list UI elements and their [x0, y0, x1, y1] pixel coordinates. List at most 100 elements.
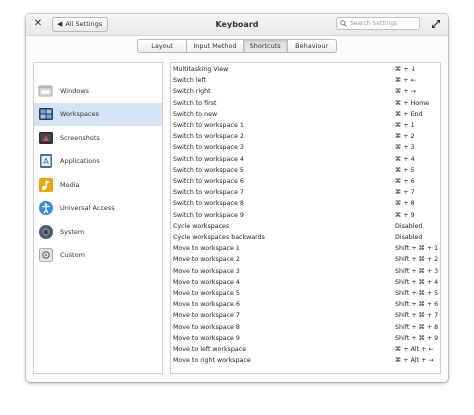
- shortcut-row[interactable]: Move to workspace 4 Shift + ⌘ + 4: [171, 277, 440, 288]
- shortcut-accelerator[interactable]: ⌘ + 9: [395, 210, 437, 221]
- sidebar-item-screenshots[interactable]: Screenshots: [34, 126, 162, 149]
- shortcut-action: Move to workspace 5: [173, 290, 240, 297]
- shortcut-accelerator[interactable]: Shift + ⌘ + 8: [395, 322, 438, 333]
- shortcut-accelerator[interactable]: Shift + ⌘ + 7: [395, 310, 438, 321]
- shortcut-row[interactable]: Move to workspace 5 Shift + ⌘ + 5: [171, 288, 440, 299]
- shortcut-accelerator[interactable]: ⌘ + ↓: [395, 64, 437, 75]
- shortcut-accelerator[interactable]: ⌘ + 7: [395, 187, 437, 198]
- shortcut-row[interactable]: Move to workspace 9 Shift + ⌘ + 9: [171, 333, 440, 344]
- shortcut-accelerator[interactable]: Disabled: [395, 232, 437, 243]
- shortcut-action: Move to workspace 7: [173, 312, 240, 320]
- sidebar-item-universal-access[interactable]: Universal Access: [34, 197, 162, 220]
- shortcut-accelerator[interactable]: ⌘ + 3: [395, 142, 437, 153]
- applications-icon: A: [38, 153, 54, 169]
- shortcut-row[interactable]: Switch to workspace 3 ⌘ + 3: [171, 142, 440, 153]
- shortcut-action: Move to workspace 9: [173, 334, 240, 342]
- shortcut-row[interactable]: Move to workspace 3 Shift + ⌘ + 3: [171, 266, 440, 277]
- screenshots-icon: [38, 130, 54, 146]
- tab-behaviour[interactable]: Behaviour: [286, 39, 337, 53]
- shortcut-accelerator[interactable]: Shift + ⌘ + 4: [395, 277, 438, 288]
- sidebar-item-system[interactable]: System: [34, 220, 162, 243]
- shortcut-row[interactable]: Cycle workspaces Disabled: [171, 221, 440, 232]
- shortcut-action: Move to workspace 8: [173, 323, 240, 331]
- shortcut-accelerator[interactable]: Shift + ⌘ + 6: [395, 299, 438, 310]
- shortcut-action: Switch to workspace 8: [173, 200, 244, 208]
- shortcut-action: Switch to workspace 3: [173, 144, 244, 152]
- shortcut-accelerator[interactable]: ⌘ + 5: [395, 165, 437, 176]
- shortcut-accelerator[interactable]: Shift + ⌘ + 2: [395, 254, 438, 265]
- sidebar-item-label: System: [60, 227, 85, 236]
- shortcut-action: Move to workspace 1: [173, 245, 240, 253]
- shortcut-accelerator[interactable]: Disabled: [395, 221, 437, 232]
- shortcut-action: Move to workspace 6: [173, 301, 240, 309]
- sidebar-item-label: Universal Access: [60, 204, 115, 212]
- shortcut-row[interactable]: Move to right workspace ⌘ + Alt + →: [171, 355, 440, 366]
- workspaces-icon: [38, 106, 54, 122]
- shortcut-accelerator[interactable]: ⌘ + 6: [395, 176, 437, 187]
- shortcut-accelerator[interactable]: ⌘ + 1: [395, 120, 437, 131]
- tab-layout[interactable]: Layout: [137, 39, 188, 53]
- shortcut-action: Move to left workspace: [173, 346, 247, 353]
- sidebar-item-label: Workspaces: [60, 110, 99, 118]
- shortcut-row[interactable]: Move to workspace 1 Shift + ⌘ + 1: [171, 243, 440, 254]
- system-icon: [38, 224, 54, 240]
- shortcut-row[interactable]: Switch to workspace 6 ⌘ + 6: [171, 176, 440, 187]
- shortcut-action: Switch right: [173, 88, 211, 96]
- shortcut-row[interactable]: Move to workspace 6 Shift + ⌘ + 6: [171, 299, 440, 310]
- titlebar: ✕ ◀ All Settings Keyboard: [26, 14, 448, 36]
- sidebar-item-label: Applications: [60, 157, 100, 165]
- shortcut-row[interactable]: Switch to workspace 9 ⌘ + 9: [171, 210, 440, 221]
- shortcut-action: Switch to workspace 9: [173, 211, 244, 219]
- shortcut-accelerator[interactable]: Shift + ⌘ + 9: [395, 333, 438, 344]
- settings-window: ✕ ◀ All Settings Keyboard LayoutInput Me…: [26, 14, 448, 382]
- shortcut-accelerator[interactable]: Shift + ⌘ + 3: [395, 266, 438, 277]
- shortcut-row[interactable]: Switch left ⌘ + ←: [171, 75, 440, 86]
- shortcut-row[interactable]: Move to workspace 7 Shift + ⌘ + 7: [171, 310, 440, 321]
- shortcut-accelerator[interactable]: Shift + ⌘ + 1: [395, 243, 438, 254]
- shortcut-action: Cycle workspaces backwards: [173, 234, 265, 241]
- shortcut-row[interactable]: Move to left workspace ⌘ + Alt + ←: [171, 344, 440, 355]
- shortcut-action: Cycle workspaces: [173, 222, 230, 230]
- shortcut-accelerator[interactable]: ⌘ + Home: [395, 98, 437, 109]
- shortcut-accelerator[interactable]: ⌘ + →: [395, 86, 437, 97]
- tab-shortcuts[interactable]: Shortcuts: [242, 39, 288, 53]
- shortcut-row[interactable]: Switch to workspace 1 ⌘ + 1: [171, 120, 440, 131]
- shortcut-row[interactable]: Switch to first ⌘ + Home: [171, 98, 440, 109]
- shortcut-row[interactable]: Switch to workspace 2 ⌘ + 2: [171, 131, 440, 142]
- shortcut-accelerator[interactable]: ⌘ + 8: [395, 198, 437, 209]
- shortcut-row[interactable]: Switch to workspace 5 ⌘ + 5: [171, 165, 440, 176]
- shortcut-accelerator[interactable]: ⌘ + ←: [395, 75, 437, 86]
- shortcut-accelerator[interactable]: ⌘ + 2: [395, 131, 437, 142]
- shortcut-action: Switch to first: [173, 99, 217, 107]
- search-icon: [340, 20, 347, 27]
- sidebar-item-windows[interactable]: Windows: [34, 79, 162, 102]
- tab-input-method[interactable]: Input Method: [186, 39, 244, 53]
- search-field[interactable]: [336, 17, 420, 30]
- shortcut-action: Move to right workspace: [173, 357, 251, 365]
- shortcut-action: Switch left: [173, 77, 207, 85]
- shortcut-row[interactable]: Move to workspace 8 Shift + ⌘ + 8: [171, 322, 440, 333]
- shortcut-row[interactable]: Cycle workspaces backwards Disabled: [171, 232, 440, 243]
- shortcut-action: Switch to workspace 6: [173, 178, 244, 185]
- sidebar-item-applications[interactable]: A Applications: [34, 150, 162, 173]
- shortcut-accelerator[interactable]: ⌘ + Alt + →: [395, 355, 437, 366]
- shortcut-accelerator[interactable]: ⌘ + 4: [395, 154, 437, 165]
- sidebar-item-media[interactable]: Media: [34, 173, 162, 196]
- shortcut-row[interactable]: Move to workspace 2 Shift + ⌘ + 2: [171, 254, 440, 265]
- shortcut-row[interactable]: Switch to workspace 7 ⌘ + 7: [171, 187, 440, 198]
- shortcut-row[interactable]: Switch to workspace 4 ⌘ + 4: [171, 154, 440, 165]
- search-input[interactable]: [350, 20, 416, 27]
- sidebar-item-custom[interactable]: Custom: [34, 244, 162, 267]
- shortcut-accelerator[interactable]: ⌘ + Alt + ←: [395, 344, 437, 355]
- shortcut-row[interactable]: Multitasking View ⌘ + ↓: [171, 64, 440, 75]
- shortcut-row[interactable]: Switch right ⌘ + →: [171, 86, 440, 97]
- shortcut-action: Switch to new: [173, 110, 218, 118]
- shortcut-action: Switch to workspace 2: [173, 133, 244, 141]
- sidebar-item-workspaces[interactable]: Workspaces: [34, 102, 162, 126]
- shortcut-row[interactable]: Switch to workspace 8 ⌘ + 8: [171, 198, 440, 209]
- shortcut-accelerator[interactable]: Shift + ⌘ + 5: [395, 288, 438, 299]
- custom-icon: [38, 247, 54, 263]
- fullscreen-icon[interactable]: [430, 18, 442, 30]
- shortcut-accelerator[interactable]: ⌘ + End: [395, 109, 437, 120]
- shortcut-row[interactable]: Switch to new ⌘ + End: [171, 109, 440, 120]
